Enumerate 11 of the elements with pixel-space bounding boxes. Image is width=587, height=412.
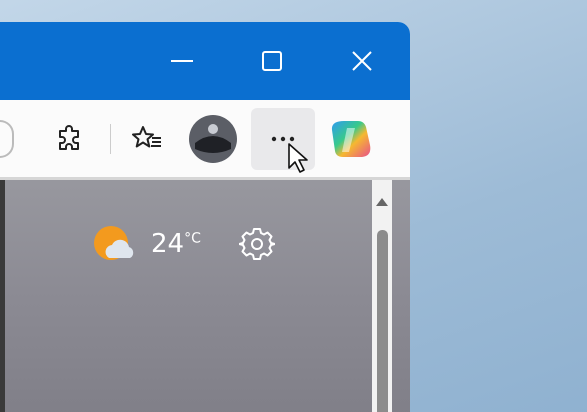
scroll-up-icon[interactable] [376, 198, 388, 206]
close-icon [352, 51, 372, 71]
scrollbar-thumb[interactable] [376, 230, 388, 412]
mouse-cursor-icon [287, 142, 309, 174]
temperature: 24$^{°C}$ [151, 229, 201, 259]
settings-icon[interactable] [238, 226, 275, 262]
maximize-icon [262, 51, 282, 71]
avatar-icon [189, 114, 237, 162]
scrollbar[interactable] [372, 180, 392, 412]
more-icon [271, 136, 295, 142]
minimize-icon [171, 59, 193, 63]
